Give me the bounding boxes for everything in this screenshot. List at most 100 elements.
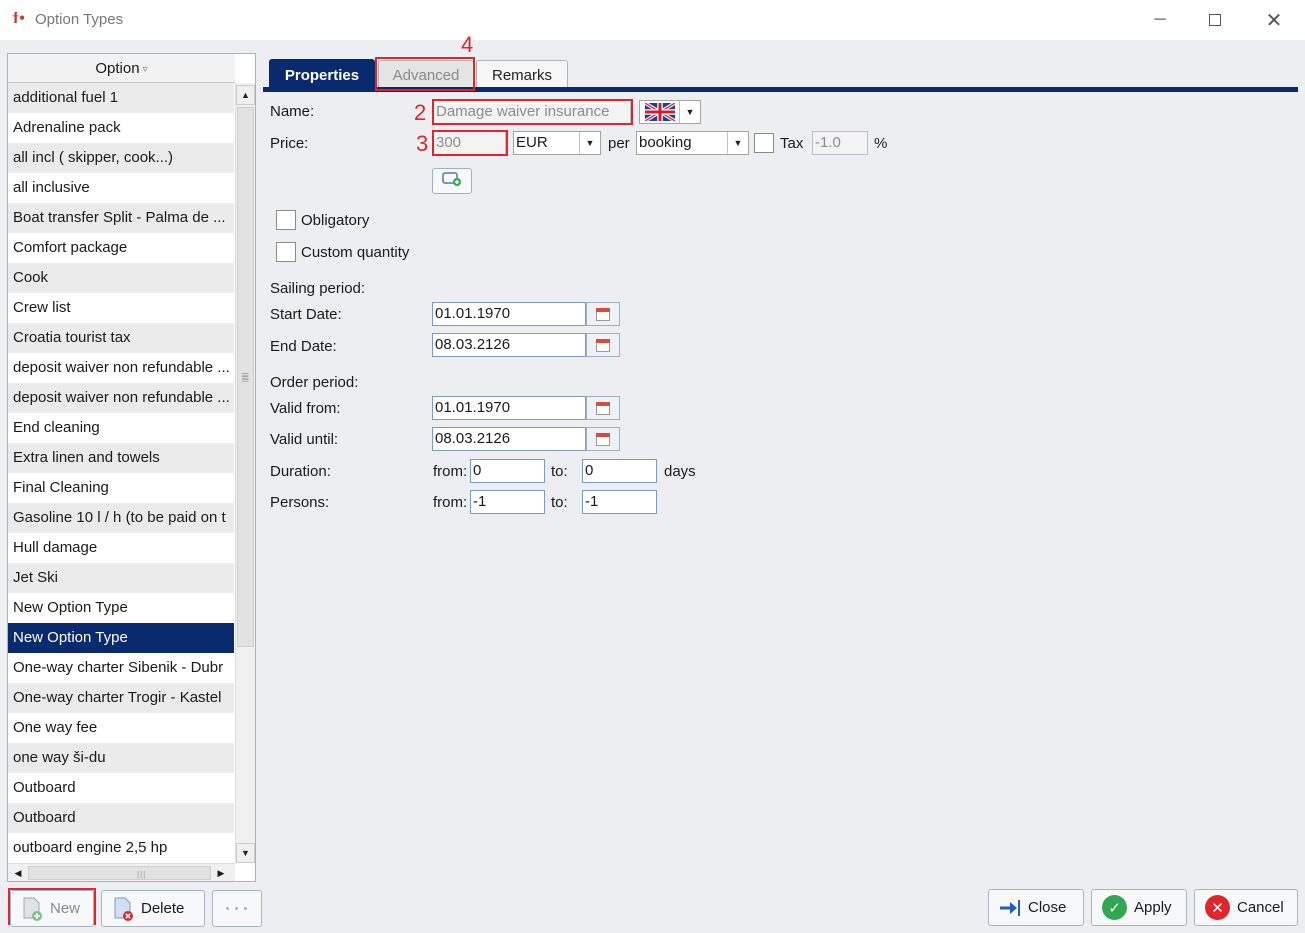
list-item[interactable]: Boat transfer Split - Palma de ... bbox=[8, 203, 234, 233]
uk-flag-icon bbox=[640, 101, 679, 123]
annotation-number-2: 2 bbox=[414, 100, 427, 125]
tab-properties[interactable]: Properties bbox=[269, 59, 375, 90]
list-item[interactable]: Hull damage bbox=[8, 533, 234, 563]
vertical-scrollbar[interactable]: ▲ ═ ═ ═ ▼ bbox=[235, 83, 255, 863]
obligatory-checkbox[interactable] bbox=[276, 210, 296, 230]
delete-button[interactable]: Delete bbox=[101, 890, 205, 927]
persons-to-label: to: bbox=[551, 494, 568, 511]
new-button-label: New bbox=[50, 900, 81, 917]
valid-until-field[interactable]: 08.03.2126 bbox=[432, 427, 586, 451]
tax-checkbox[interactable] bbox=[754, 133, 774, 153]
close-window-button[interactable]: ✕ bbox=[1259, 6, 1289, 34]
list-item[interactable]: all incl ( skipper, cook...) bbox=[8, 143, 234, 173]
list-item[interactable]: outboard engine 2,5 hp bbox=[8, 833, 234, 863]
calendar-icon bbox=[596, 432, 610, 446]
list-item[interactable]: End cleaning bbox=[8, 413, 234, 443]
list-item[interactable]: Gasoline 10 l / h (to be paid on t bbox=[8, 503, 234, 533]
more-options-button[interactable]: • • • bbox=[212, 890, 262, 927]
scroll-left-icon[interactable]: ◀ bbox=[10, 865, 26, 881]
chevron-down-icon: ▼ bbox=[579, 132, 600, 154]
list-item[interactable]: one way ši-du bbox=[8, 743, 234, 773]
chevron-down-icon: ▼ bbox=[727, 132, 748, 154]
close-button-label: Close bbox=[1028, 899, 1067, 916]
list-item[interactable]: all inclusive bbox=[8, 173, 234, 203]
custom-quantity-label: Custom quantity bbox=[301, 244, 410, 261]
sailing-period-label: Sailing period: bbox=[270, 280, 366, 297]
start-date-label: Start Date: bbox=[270, 306, 342, 323]
list-item[interactable]: Adrenaline pack bbox=[8, 113, 234, 143]
annotation-box-price bbox=[432, 130, 508, 156]
start-date-field[interactable]: 01.01.1970 bbox=[432, 302, 586, 326]
per-value: booking bbox=[639, 134, 692, 151]
valid-until-label: Valid until: bbox=[270, 431, 339, 448]
language-select[interactable]: ▼ bbox=[639, 100, 701, 124]
tax-label: Tax bbox=[780, 135, 804, 152]
valid-from-picker-button[interactable] bbox=[586, 396, 620, 420]
close-button[interactable]: Close bbox=[988, 889, 1084, 926]
apply-button[interactable]: ✓ Apply bbox=[1091, 889, 1187, 926]
scroll-thumb[interactable]: ═ ═ ═ bbox=[237, 107, 254, 647]
scroll-up-icon[interactable]: ▲ bbox=[236, 85, 255, 105]
custom-quantity-checkbox[interactable] bbox=[276, 242, 296, 262]
list-item[interactable]: One way fee bbox=[8, 713, 234, 743]
list-item[interactable]: Cook bbox=[8, 263, 234, 293]
list-item[interactable]: deposit waiver non refundable ... bbox=[8, 383, 234, 413]
delete-document-icon bbox=[112, 897, 134, 921]
list-item[interactable]: additional fuel 1 bbox=[8, 83, 234, 113]
tax-field[interactable]: -1.0 bbox=[812, 131, 868, 155]
duration-unit-label: days bbox=[664, 463, 696, 480]
list-item[interactable]: Outboard bbox=[8, 773, 234, 803]
currency-select[interactable]: EUR ▼ bbox=[513, 131, 601, 155]
valid-from-field[interactable]: 01.01.1970 bbox=[432, 396, 586, 420]
scroll-down-icon[interactable]: ▼ bbox=[236, 843, 255, 863]
per-select[interactable]: booking ▼ bbox=[636, 131, 749, 155]
list-item[interactable]: Jet Ski bbox=[8, 563, 234, 593]
tab-remarks[interactable]: Remarks bbox=[476, 60, 568, 90]
grip-icon: ||| bbox=[137, 870, 147, 879]
valid-until-picker-button[interactable] bbox=[586, 427, 620, 451]
end-date-field[interactable]: 08.03.2126 bbox=[432, 333, 586, 357]
name-label: Name: bbox=[270, 103, 315, 120]
list-item[interactable]: Comfort package bbox=[8, 233, 234, 263]
obligatory-label: Obligatory bbox=[301, 212, 370, 229]
list-item[interactable]: Crew list bbox=[8, 293, 234, 323]
check-icon: ✓ bbox=[1102, 895, 1127, 920]
calendar-icon bbox=[596, 338, 610, 352]
tax-unit-label: % bbox=[874, 135, 888, 152]
persons-to-field[interactable]: -1 bbox=[582, 490, 657, 514]
list-item[interactable]: New Option Type bbox=[8, 623, 234, 653]
list-item[interactable]: New Option Type bbox=[8, 593, 234, 623]
duration-to-label: to: bbox=[551, 463, 568, 480]
duration-from-field[interactable]: 0 bbox=[470, 459, 545, 483]
new-button[interactable]: New bbox=[10, 890, 94, 927]
list-item[interactable]: Extra linen and towels bbox=[8, 443, 234, 473]
horizontal-scrollbar[interactable]: ◀ ||| ▶ bbox=[8, 863, 235, 881]
persons-from-label: from: bbox=[433, 494, 468, 511]
scroll-right-icon[interactable]: ▶ bbox=[213, 865, 229, 881]
apply-button-label: Apply bbox=[1134, 899, 1172, 916]
duration-from-label: from: bbox=[433, 463, 468, 480]
list-item[interactable]: deposit waiver non refundable ... bbox=[8, 353, 234, 383]
end-date-picker-button[interactable] bbox=[586, 333, 620, 357]
minimize-button[interactable]: ─ bbox=[1145, 6, 1175, 34]
maximize-button[interactable] bbox=[1200, 6, 1230, 34]
app-logo-icon: ϯ• bbox=[12, 10, 25, 27]
annotation-box-name bbox=[432, 99, 633, 125]
option-column-header[interactable]: Option ▿ bbox=[8, 54, 235, 83]
title-bar: ϯ• Option Types ─ ✕ bbox=[0, 0, 1305, 40]
start-date-picker-button[interactable] bbox=[586, 302, 620, 326]
duration-label: Duration: bbox=[270, 463, 331, 480]
add-price-icon bbox=[442, 172, 462, 190]
list-item[interactable]: Outboard bbox=[8, 803, 234, 833]
annotation-number-3: 3 bbox=[416, 131, 429, 156]
duration-to-field[interactable]: 0 bbox=[582, 459, 657, 483]
list-item[interactable]: Final Cleaning bbox=[8, 473, 234, 503]
add-price-button[interactable] bbox=[432, 168, 472, 194]
cancel-button[interactable]: ✕ Cancel bbox=[1194, 889, 1298, 926]
horizontal-scroll-thumb[interactable]: ||| bbox=[28, 866, 211, 880]
list-item[interactable]: Croatia tourist tax bbox=[8, 323, 234, 353]
cancel-icon: ✕ bbox=[1205, 895, 1230, 920]
list-item[interactable]: One-way charter Sibenik - Dubr bbox=[8, 653, 234, 683]
persons-from-field[interactable]: -1 bbox=[470, 490, 545, 514]
list-item[interactable]: One-way charter Trogir - Kastel bbox=[8, 683, 234, 713]
